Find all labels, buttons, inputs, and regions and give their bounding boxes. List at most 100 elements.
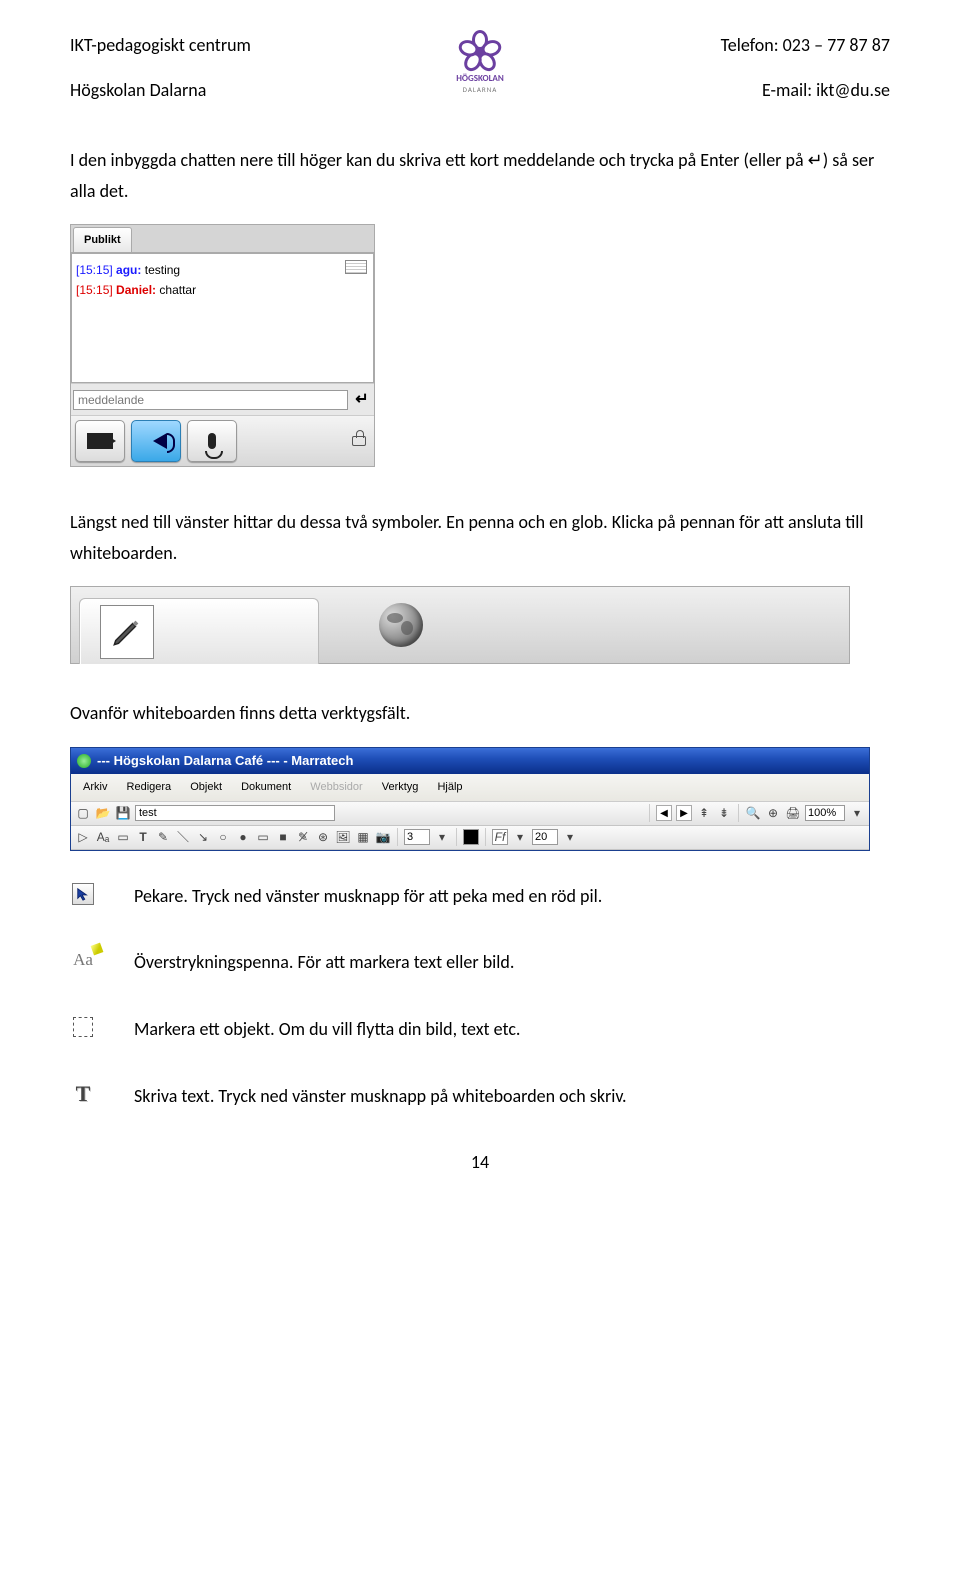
menu-objekt[interactable]: Objekt xyxy=(182,776,230,799)
save-icon[interactable]: 💾 xyxy=(115,805,131,821)
menu-hjalp[interactable]: Hjälp xyxy=(429,776,470,799)
paragraph-3: Ovanför whiteboarden finns detta verktyg… xyxy=(70,698,890,729)
whiteboard-connect-toolbar xyxy=(70,586,850,664)
highlighter-text: Överstrykningspenna. För att markera tex… xyxy=(134,947,890,978)
microphone-icon xyxy=(208,433,216,449)
rect-tool-icon[interactable]: ▭ xyxy=(255,829,271,845)
org-name: IKT-pedagogiskt centrum xyxy=(70,30,341,61)
pen-segment xyxy=(79,598,319,664)
pointer-tool-icon[interactable]: ▷ xyxy=(75,829,91,845)
eraser-tool-icon[interactable]: ✎̸ xyxy=(295,829,311,845)
stroke-width-input[interactable] xyxy=(404,829,430,845)
paragraph-2: Längst ned till vänster hittar du dessa … xyxy=(70,507,890,568)
microphone-button[interactable] xyxy=(187,420,237,462)
next-page-button[interactable]: ▶ xyxy=(676,805,692,821)
zoom-dropdown-icon[interactable]: ▾ xyxy=(849,805,865,821)
filled-ellipse-icon[interactable]: ● xyxy=(235,829,251,845)
chat-message-2: [15:15] Daniel: chattar xyxy=(76,280,369,300)
tool-descriptions: Pekare. Tryck ned vänster musknapp för a… xyxy=(70,881,890,1111)
ellipse-tool-icon[interactable]: ○ xyxy=(215,829,231,845)
chat-toolbar xyxy=(71,415,374,466)
print-icon[interactable]: 🖨 xyxy=(785,805,801,821)
pointer-text: Pekare. Tryck ned vänster musknapp för a… xyxy=(134,881,890,912)
app-icon xyxy=(77,754,91,768)
menu-redigera[interactable]: Redigera xyxy=(119,776,180,799)
highlighter-icon: Aa xyxy=(70,947,96,973)
grid-tool-icon[interactable]: ▦ xyxy=(355,829,371,845)
open-icon[interactable]: 📂 xyxy=(95,805,111,821)
color-swatch[interactable] xyxy=(463,829,479,845)
flower-icon xyxy=(459,30,501,72)
crosshair-icon[interactable]: ⊕ xyxy=(765,805,781,821)
font-button[interactable]: Ff xyxy=(492,829,508,845)
zoom-tool-icon[interactable]: 🔍 xyxy=(745,805,761,821)
prev-page-button[interactable]: ◀ xyxy=(656,805,672,821)
tool-row-marquee: Markera ett objekt. Om du vill flytta di… xyxy=(70,1014,890,1045)
font-dropdown-icon[interactable]: ▾ xyxy=(512,829,528,845)
speaker-button[interactable] xyxy=(131,420,181,462)
menu-verktyg[interactable]: Verktyg xyxy=(374,776,427,799)
chat-time-2: [15:15] xyxy=(76,283,113,297)
page-header: IKT-pedagogiskt centrum Högskolan Dalarn… xyxy=(70,30,890,105)
menu-webbsidor: Webbsidor xyxy=(302,776,370,799)
page-down-icon[interactable]: ⇟ xyxy=(716,805,732,821)
marquee-icon xyxy=(70,1014,96,1040)
toolbar-row-1: ▢ 📂 💾 ◀ ▶ ⇞ ⇟ 🔍 ⊕ 🖨 ▾ xyxy=(71,802,869,826)
new-doc-icon[interactable]: ▢ xyxy=(75,805,91,821)
camera-icon xyxy=(87,433,113,449)
marratech-toolbar-screenshot: --- Högskolan Dalarna Café --- - Marrate… xyxy=(70,747,870,851)
pointer-icon xyxy=(70,881,96,907)
text-icon: T xyxy=(70,1081,96,1107)
document-name-input[interactable] xyxy=(135,805,335,821)
pen-button[interactable] xyxy=(100,605,154,659)
speaker-icon xyxy=(145,433,167,449)
email-text: E-mail: ikt@du.se xyxy=(619,75,890,106)
toolbar-row-2: ▷ Aₐ ▭ T ✎ ＼ ↘ ○ ● ▭ ■ ✎̸ ⊛ 🖼 ▦ 📷 ▾ Ff ▾… xyxy=(71,826,869,850)
fontsize-dropdown-icon[interactable]: ▾ xyxy=(562,829,578,845)
filled-rect-icon[interactable]: ■ xyxy=(275,829,291,845)
chat-log: [15:15] agu: testing [15:15] Daniel: cha… xyxy=(71,253,374,383)
header-right: Telefon: 023 – 77 87 87 E-mail: ikt@du.s… xyxy=(619,30,890,105)
globe-icon xyxy=(379,603,423,647)
header-left: IKT-pedagogiskt centrum Högskolan Dalarn… xyxy=(70,30,341,105)
stroke-dropdown-icon[interactable]: ▾ xyxy=(434,829,450,845)
marquee-tool-icon[interactable]: ▭ xyxy=(115,829,131,845)
keyboard-icon[interactable] xyxy=(345,260,367,274)
chat-input-row: ↵ xyxy=(71,383,374,415)
menu-bar: Arkiv Redigera Objekt Dokument Webbsidor… xyxy=(71,774,869,802)
tool-row-highlighter: Aa Överstrykningspenna. För att markera … xyxy=(70,947,890,978)
page-up-icon[interactable]: ⇞ xyxy=(696,805,712,821)
chat-tab-publikt[interactable]: Publikt xyxy=(73,227,132,252)
text-tool-icon[interactable]: T xyxy=(135,829,151,845)
header-logo: HÖGSKOLAN DALARNA xyxy=(341,30,620,96)
school-name: Högskolan Dalarna xyxy=(70,75,341,106)
tool-row-pointer: Pekare. Tryck ned vänster musknapp för a… xyxy=(70,881,890,912)
lock-icon[interactable] xyxy=(352,436,366,446)
chat-text-2: chattar xyxy=(159,283,196,297)
logo-title: HÖGSKOLAN xyxy=(341,74,620,84)
phone-text: Telefon: 023 – 77 87 87 xyxy=(619,30,890,61)
paragraph-1: I den inbyggda chatten nere till höger k… xyxy=(70,145,890,206)
camera-button[interactable] xyxy=(75,420,125,462)
globe-button[interactable] xyxy=(379,603,423,647)
font-size-input[interactable] xyxy=(532,829,558,845)
menu-arkiv[interactable]: Arkiv xyxy=(75,776,115,799)
window-titlebar: --- Högskolan Dalarna Café --- - Marrate… xyxy=(71,748,869,774)
send-icon[interactable]: ↵ xyxy=(352,386,372,413)
chat-time-1: [15:15] xyxy=(76,263,113,277)
image-tool-icon[interactable]: 🖼 xyxy=(335,829,351,845)
camera-tool-icon[interactable]: 📷 xyxy=(375,829,391,845)
menu-dokument[interactable]: Dokument xyxy=(233,776,299,799)
page-number: 14 xyxy=(70,1147,890,1178)
chat-input[interactable] xyxy=(73,390,348,410)
chat-text-1: testing xyxy=(145,263,180,277)
line-tool-icon[interactable]: ＼ xyxy=(175,829,191,845)
chat-user-2: Daniel: xyxy=(116,283,156,297)
pencil-icon xyxy=(110,615,144,649)
pen-tool-icon[interactable]: ✎ xyxy=(155,829,171,845)
arrow-tool-icon[interactable]: ↘ xyxy=(195,829,211,845)
zoom-input[interactable] xyxy=(805,805,845,821)
highlighter-tool-icon[interactable]: Aₐ xyxy=(95,829,111,845)
wheel-tool-icon[interactable]: ⊛ xyxy=(315,829,331,845)
logo-subtitle: DALARNA xyxy=(341,84,620,96)
